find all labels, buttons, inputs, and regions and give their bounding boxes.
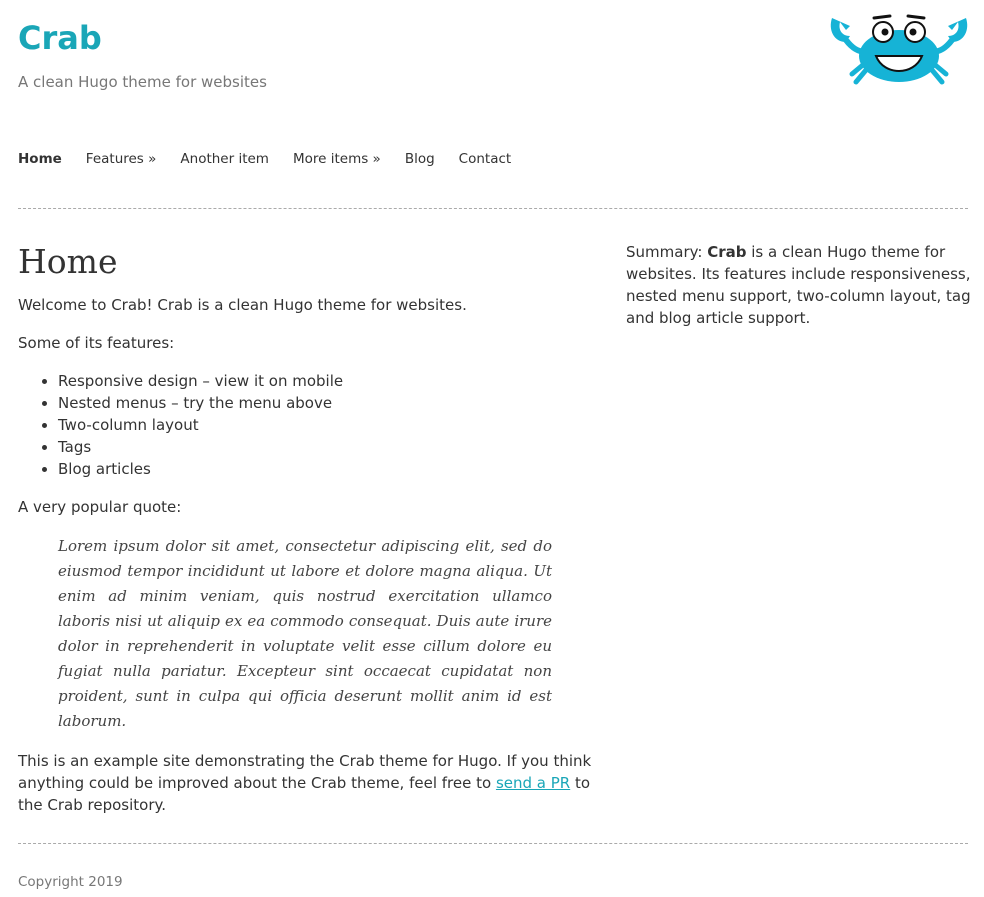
- list-item: Tags: [58, 436, 594, 458]
- closing-paragraph: This is an example site demonstrating th…: [18, 750, 594, 816]
- footer-divider: [18, 843, 968, 844]
- nav-item-features[interactable]: Features »: [86, 148, 157, 170]
- nav-item-more-items[interactable]: More items »: [293, 148, 381, 170]
- site-title-link[interactable]: Crab: [18, 14, 102, 62]
- nav-item-contact[interactable]: Contact: [459, 148, 512, 170]
- main-nav: Home Features » Another item More items …: [18, 148, 535, 170]
- list-item: Responsive design – view it on mobile: [58, 370, 594, 392]
- site-tagline: A clean Hugo theme for websites: [18, 73, 267, 91]
- nav-item-another-item[interactable]: Another item: [180, 148, 269, 170]
- list-item: Nested menus – try the menu above: [58, 392, 594, 414]
- nav-item-home[interactable]: Home: [18, 148, 62, 170]
- features-list: Responsive design – view it on mobile Ne…: [18, 370, 594, 480]
- nav-item-blog[interactable]: Blog: [405, 148, 435, 170]
- summary-label: Summary:: [626, 243, 708, 261]
- summary-bold: Crab: [707, 243, 747, 261]
- features-intro: Some of its features:: [18, 334, 175, 352]
- copyright-text: Copyright 2019: [18, 874, 123, 890]
- send-pr-link[interactable]: send a PR: [496, 774, 570, 792]
- list-item: Blog articles: [58, 458, 594, 480]
- popular-quote: Lorem ipsum dolor sit amet, consectetur …: [58, 537, 552, 730]
- main-content: Home Welcome to Crab! Crab is a clean Hu…: [18, 232, 594, 832]
- page-title: Home: [18, 242, 118, 281]
- list-item: Two-column layout: [58, 414, 594, 436]
- intro-text: Welcome to Crab! Crab is a clean Hugo th…: [18, 296, 467, 314]
- header-divider: [18, 208, 968, 209]
- quote-intro: A very popular quote:: [18, 498, 182, 516]
- sidebar-summary: Summary: Crab is a clean Hugo theme for …: [626, 241, 972, 329]
- crab-logo-icon[interactable]: [828, 12, 970, 86]
